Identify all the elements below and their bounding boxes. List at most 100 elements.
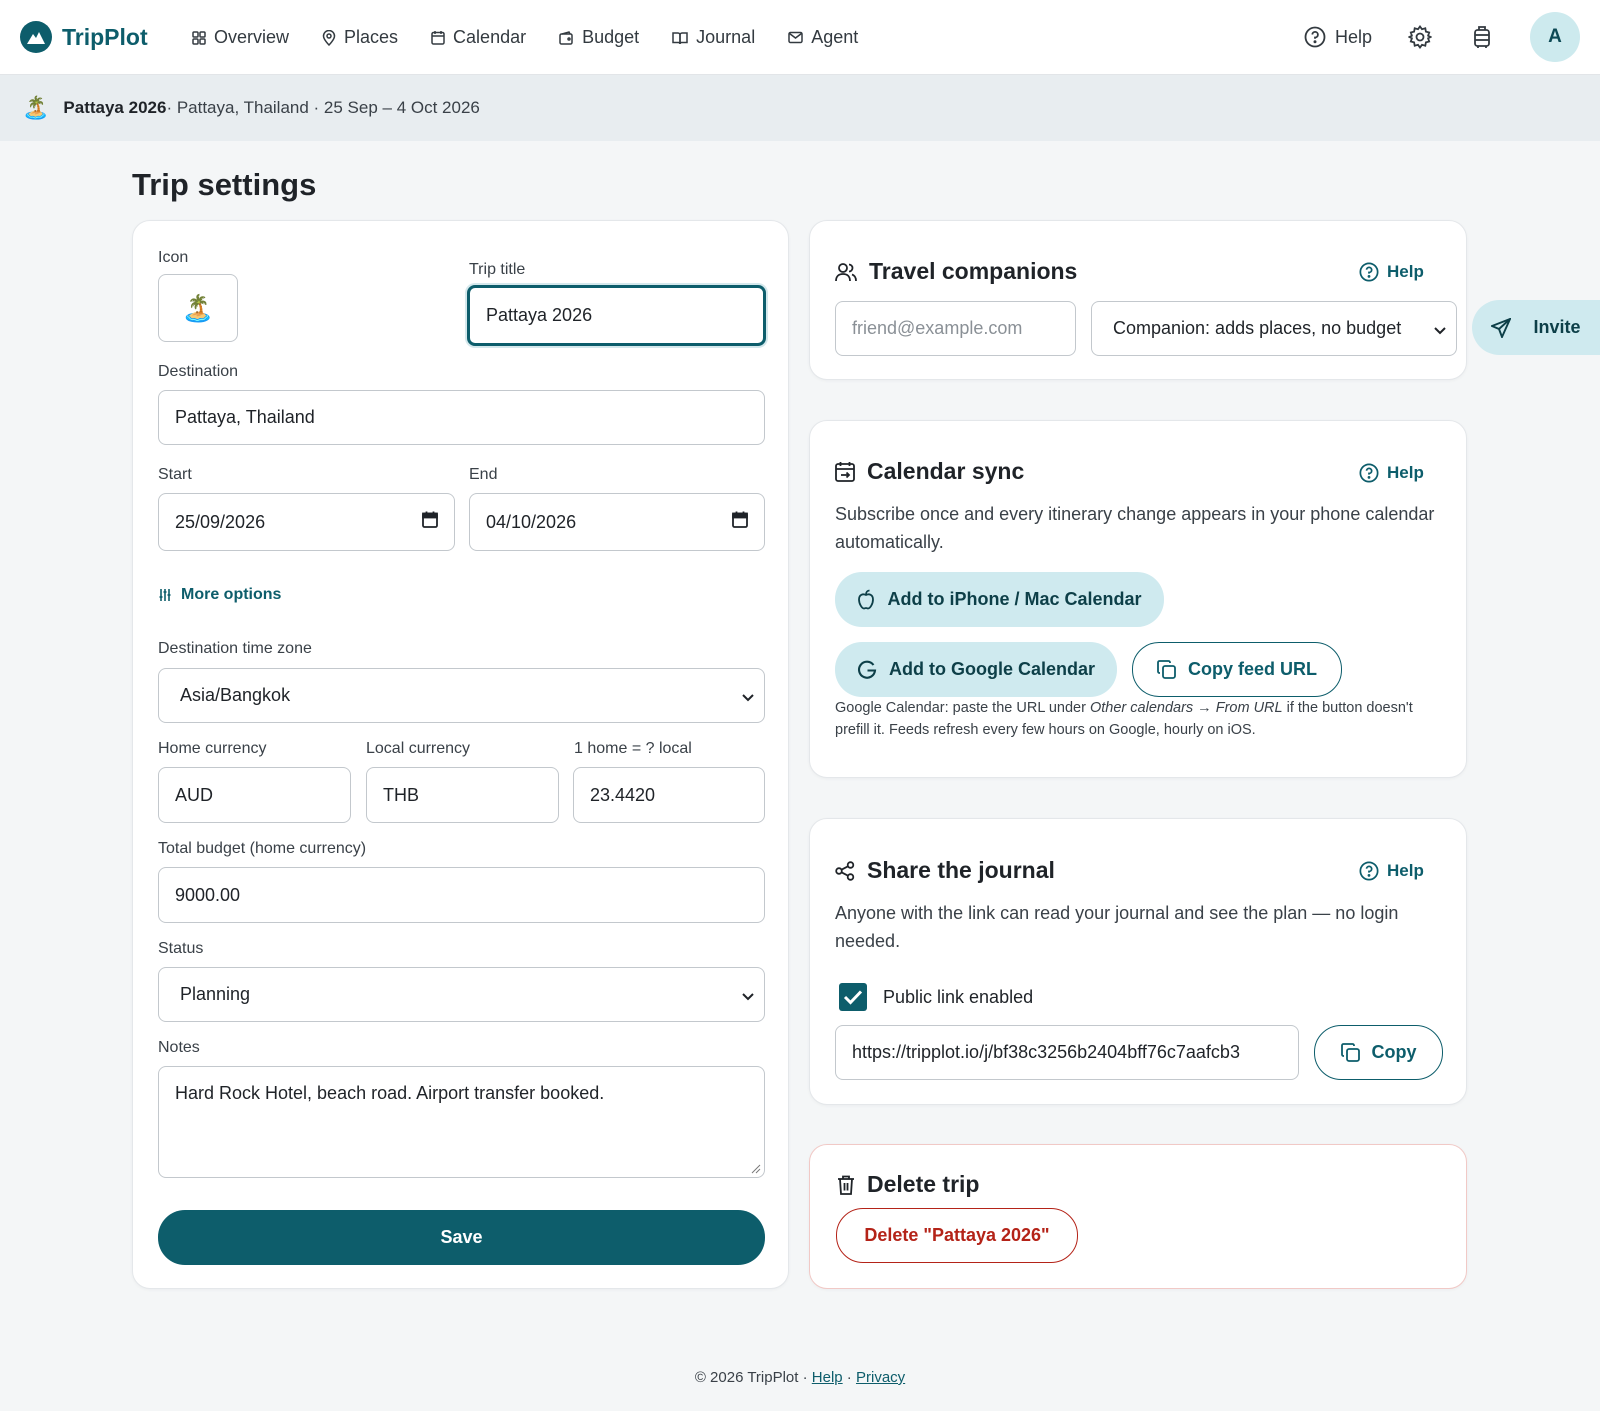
help-label: Help	[1387, 463, 1424, 482]
companions-heading: Travel companions	[835, 258, 1077, 285]
trip-title-label: Trip title	[469, 261, 526, 278]
companion-role-select[interactable]: Companion: adds places, no budget	[1091, 301, 1457, 356]
nav-item-agent[interactable]: Agent	[788, 27, 858, 48]
google-button-label: Add to Google Calendar	[888, 659, 1095, 679]
trip-title-input[interactable]: Pattaya 2026	[467, 285, 766, 346]
brand-name: TripPlot	[62, 23, 148, 50]
resize-handle-icon[interactable]	[751, 1164, 761, 1174]
apple-icon	[858, 589, 875, 610]
public-link-checkbox[interactable]	[839, 983, 867, 1011]
help-label: Help	[1387, 262, 1424, 281]
chevron-down-icon	[742, 984, 754, 1005]
nav-item-places[interactable]: Places	[322, 27, 398, 48]
page-title: Trip settings	[132, 167, 317, 202]
calendar-picker-icon[interactable]	[732, 511, 748, 533]
nav-item-overview[interactable]: Overview	[192, 27, 289, 48]
note-from-url: From URL	[1215, 700, 1283, 716]
public-link-label: Public link enabled	[883, 986, 1034, 1007]
home-currency-input[interactable]: AUD	[158, 767, 351, 823]
timezone-value: Asia/Bangkok	[180, 685, 291, 705]
end-date-value: 04/10/2026	[486, 511, 577, 532]
add-google-calendar-button[interactable]: Add to Google Calendar	[835, 642, 1117, 697]
notes-label: Notes	[158, 1039, 200, 1056]
invite-label: Invite	[1533, 317, 1581, 337]
icon-picker[interactable]: 🏝️	[158, 274, 238, 342]
footer-separator: ·	[842, 1369, 856, 1386]
invite-button[interactable]: Invite	[1472, 300, 1600, 355]
mail-icon	[788, 31, 803, 44]
add-apple-calendar-button[interactable]: Add to iPhone / Mac Calendar	[835, 572, 1164, 627]
luggage-button[interactable]	[1468, 23, 1496, 51]
budget-label: Total budget (home currency)	[158, 840, 367, 857]
trip-summary-bar: 🏝️ Pattaya 2026 · Pattaya, Thailand · 25…	[0, 75, 1600, 141]
delete-trip-card: Delete trip Delete "Pattaya 2026"	[809, 1144, 1467, 1289]
gear-icon	[1408, 25, 1432, 49]
notes-textarea[interactable]: Hard Rock Hotel, beach road. Airport tra…	[158, 1066, 765, 1178]
budget-input[interactable]: 9000.00	[158, 867, 765, 923]
mountain-logo-icon	[20, 21, 52, 53]
delete-trip-title: Delete trip	[867, 1171, 980, 1197]
start-date-input[interactable]: 25/09/2026	[158, 493, 455, 551]
copy-feed-label: Copy feed URL	[1187, 659, 1317, 679]
sliders-icon	[159, 589, 171, 601]
footer-privacy-link[interactable]: Privacy	[856, 1369, 905, 1386]
copy-link-button[interactable]: Copy	[1314, 1025, 1443, 1080]
checkmark-icon	[843, 990, 863, 1005]
companion-email-input[interactable]: friend@example.com	[835, 301, 1076, 356]
nav-label: Overview	[214, 27, 290, 47]
trip-emoji: 🏝️	[22, 95, 50, 120]
timezone-select[interactable]: Asia/Bangkok	[158, 668, 765, 723]
main-nav: Overview Places Calendar Budget Journal …	[192, 0, 891, 75]
map-pin-icon	[322, 29, 336, 46]
timezone-label: Destination time zone	[158, 640, 312, 657]
more-options-toggle[interactable]: More options	[158, 586, 281, 604]
companions-help-link[interactable]: Help	[1359, 262, 1424, 282]
footer-help-link[interactable]: Help	[812, 1369, 843, 1386]
public-link-toggle[interactable]: Public link enabled	[839, 983, 1033, 1011]
start-date-label: Start	[158, 466, 192, 483]
calendar-sync-icon	[835, 462, 855, 482]
trip-name: Pattaya 2026	[63, 98, 167, 117]
destination-label: Destination	[158, 363, 239, 380]
exchange-rate-input[interactable]: 23.4420	[573, 767, 765, 823]
nav-label: Agent	[811, 27, 859, 47]
local-currency-input[interactable]: THB	[366, 767, 559, 823]
status-select[interactable]: Planning	[158, 967, 765, 1022]
calendar-sync-note: Google Calendar: paste the URL under Oth…	[835, 697, 1435, 741]
delete-trip-heading: Delete trip	[837, 1171, 979, 1198]
delete-trip-button[interactable]: Delete "Pattaya 2026"	[836, 1208, 1078, 1263]
help-circle-icon	[1359, 861, 1379, 881]
avatar[interactable]: A	[1530, 12, 1580, 62]
travel-companions-card: Travel companions Help friend@example.co…	[809, 220, 1467, 380]
footer: © 2026 TripPlot · Help · Privacy	[0, 1369, 1600, 1386]
nav-item-budget[interactable]: Budget	[559, 27, 639, 48]
nav-label: Calendar	[453, 27, 527, 47]
companions-title: Travel companions	[869, 258, 1078, 284]
help-circle-icon	[1304, 26, 1326, 48]
brand[interactable]: TripPlot	[20, 21, 148, 53]
calendar-sync-heading: Calendar sync	[835, 458, 1024, 485]
nav-item-journal[interactable]: Journal	[672, 27, 755, 48]
calendar-icon	[431, 31, 445, 45]
copy-feed-url-button[interactable]: Copy feed URL	[1132, 642, 1342, 697]
calendar-sync-title: Calendar sync	[867, 458, 1025, 484]
nav-item-calendar[interactable]: Calendar	[431, 27, 526, 48]
help-label: Help	[1387, 861, 1424, 880]
settings-button[interactable]	[1406, 23, 1434, 51]
help-circle-icon	[1359, 463, 1379, 483]
end-date-input[interactable]: 04/10/2026	[469, 493, 765, 551]
help-circle-icon	[1359, 262, 1379, 282]
help-label: Help	[1334, 26, 1372, 47]
share-help-link[interactable]: Help	[1359, 861, 1424, 881]
home-currency-label: Home currency	[158, 740, 267, 757]
public-link-input[interactable]: https://tripplot.io/j/bf38c3256b2404bff7…	[835, 1025, 1299, 1080]
calendar-picker-icon[interactable]	[422, 511, 438, 533]
luggage-icon	[1474, 26, 1490, 48]
calendar-sync-card: Calendar sync Help Subscribe once and ev…	[809, 420, 1467, 778]
top-right-actions: Help A	[1304, 12, 1580, 62]
share-journal-heading: Share the journal	[835, 857, 1055, 884]
help-link[interactable]: Help	[1304, 26, 1372, 48]
destination-input[interactable]: Pattaya, Thailand	[158, 390, 765, 445]
calendar-help-link[interactable]: Help	[1359, 463, 1424, 483]
save-button[interactable]: Save	[158, 1210, 765, 1265]
